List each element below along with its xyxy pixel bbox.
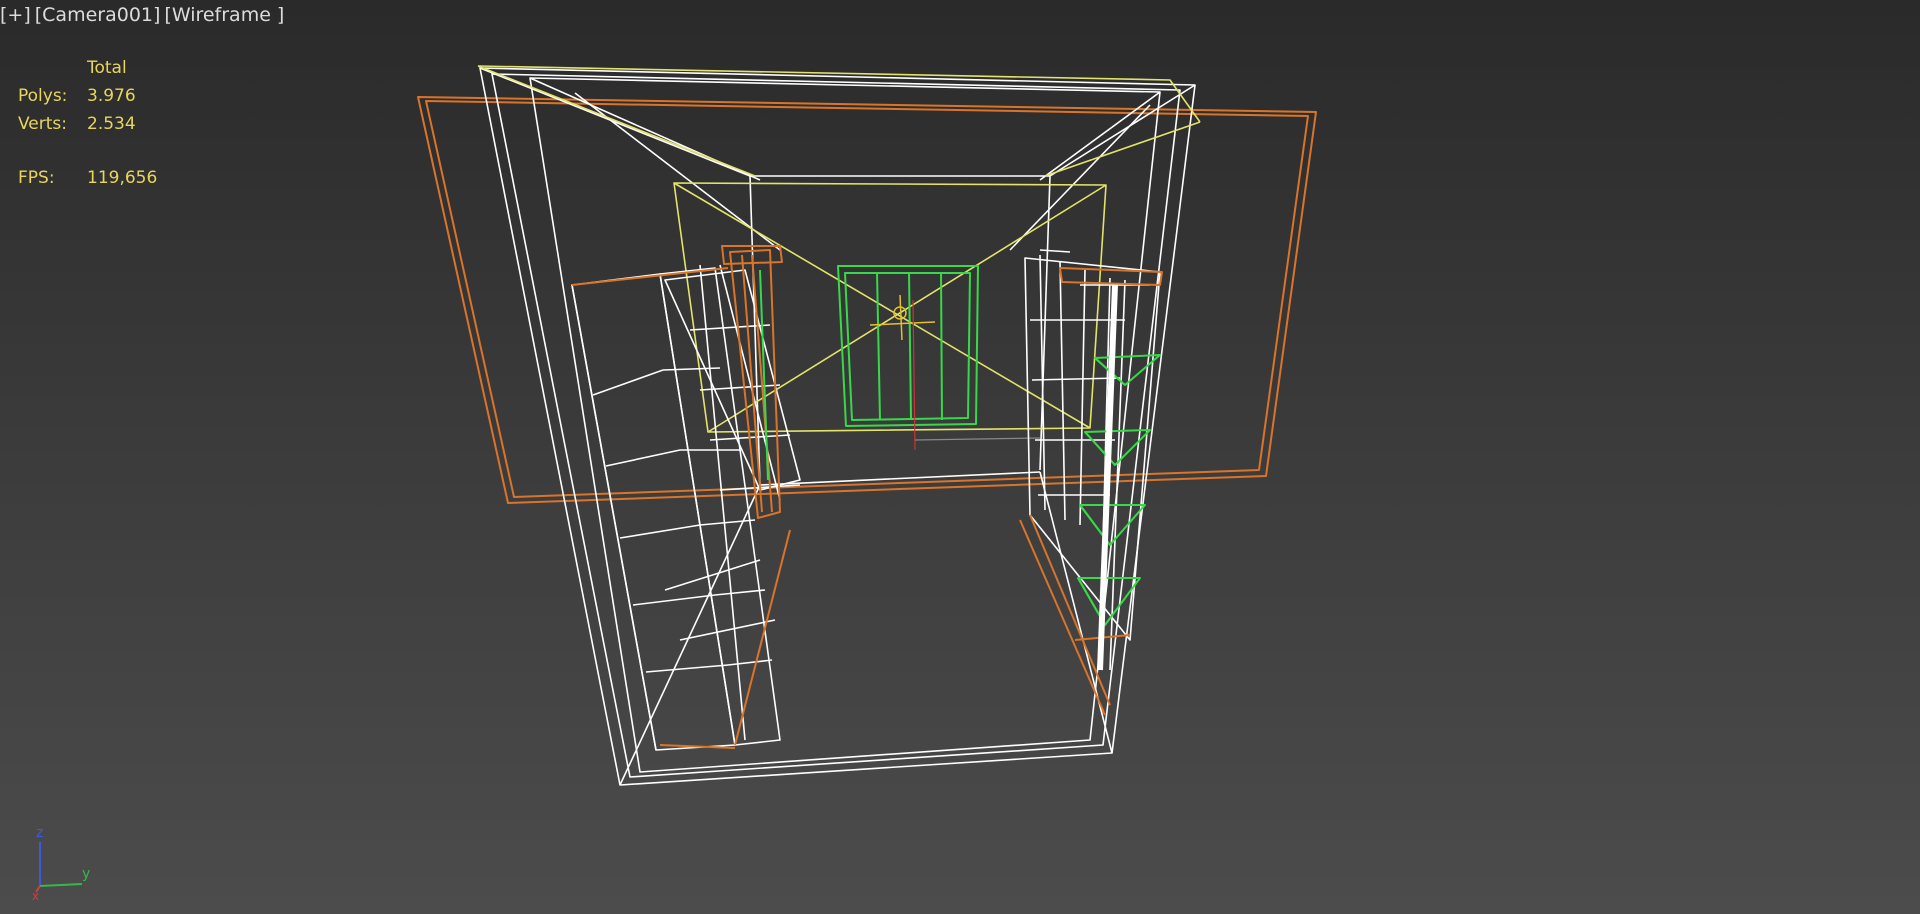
left-shelving-unit[interactable]: [571, 264, 801, 751]
right-green-baskets[interactable]: [1077, 354, 1161, 626]
y-axis-label: y: [82, 866, 90, 882]
z-axis-label: z: [36, 825, 43, 841]
ceiling-light-frame[interactable]: [477, 65, 1201, 433]
axis-gizmo: z y x: [32, 825, 90, 900]
grid-line: [914, 437, 1041, 441]
x-axis-label: x: [32, 889, 39, 900]
wireframe-scene[interactable]: [0, 0, 1920, 914]
window-object[interactable]: [837, 265, 979, 427]
viewport-camera001[interactable]: [+] [Camera001] [Wireframe ] Total Polys…: [0, 0, 1920, 914]
y-axis-line: [39, 883, 83, 887]
